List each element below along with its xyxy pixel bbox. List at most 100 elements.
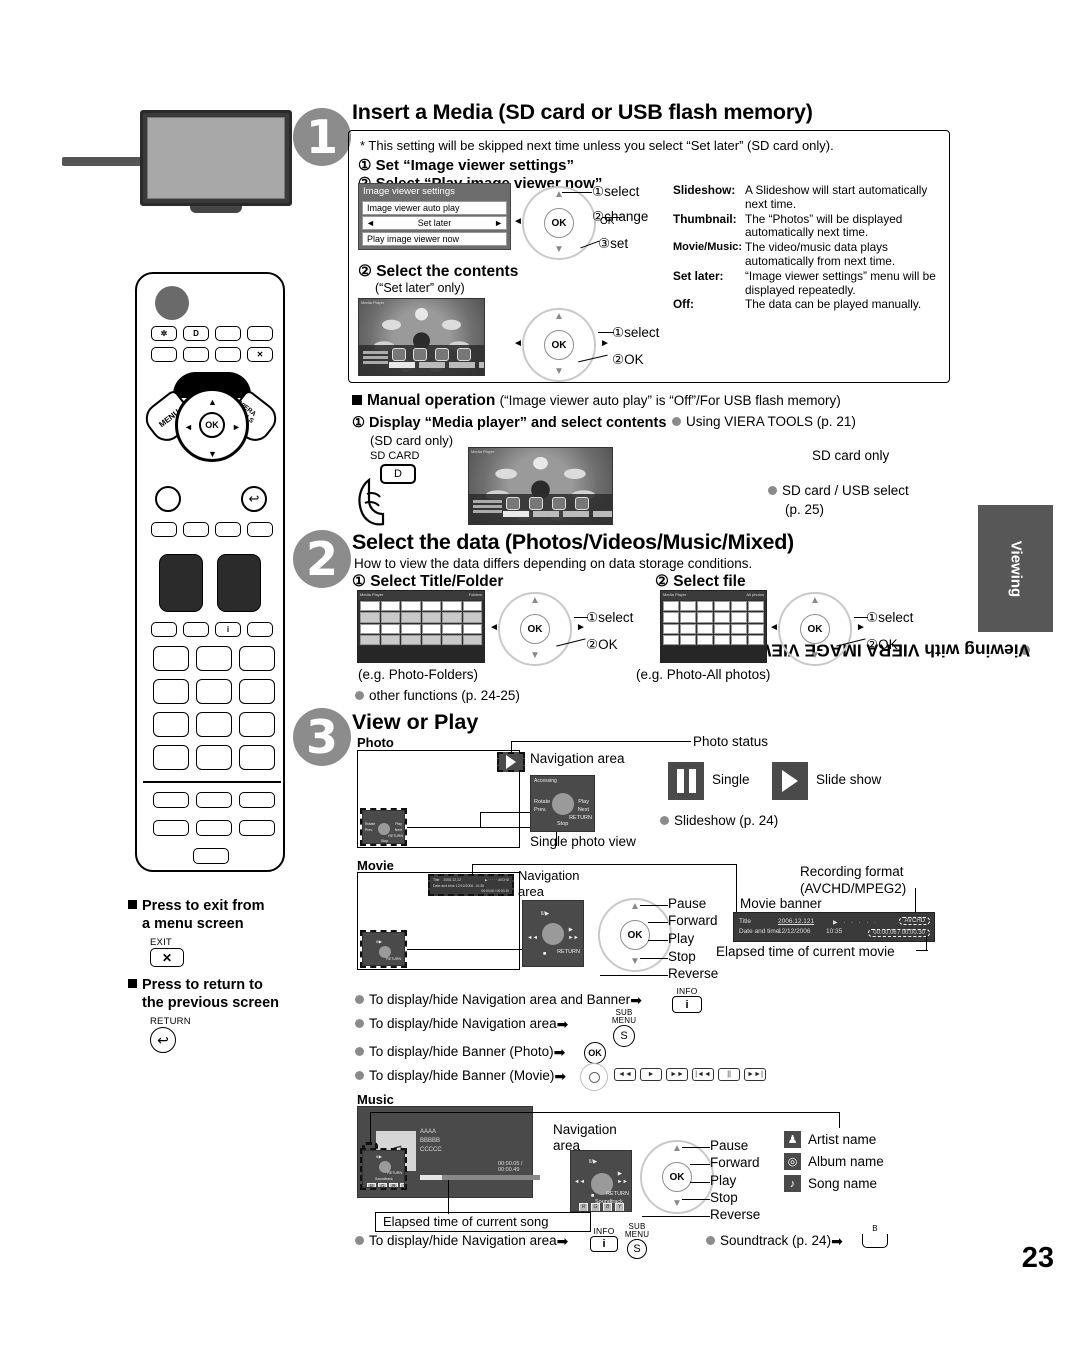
music-nav-panel: ll/▶ ▶ ◄◄ ►► ■ RETURN Soundtrack RGBY	[570, 1150, 632, 1212]
media-player-screenshot-2: Media Player	[468, 447, 613, 525]
dpad-down-icon: ▼	[672, 1198, 682, 1209]
arrow-right-icon: ➡	[630, 992, 642, 1008]
tv-screen	[147, 117, 285, 199]
meta-album-label: Album name	[808, 1154, 884, 1169]
video-icon	[413, 348, 428, 362]
keypad-11	[239, 745, 275, 770]
step-2-title: Select the data (Photos/Videos/Music/Mix…	[352, 530, 794, 554]
keypad-2	[196, 646, 232, 671]
movie-banner-label: Movie banner	[740, 896, 822, 911]
keypad-6	[239, 679, 275, 704]
sub-menu-key-label-2: MENU	[611, 1016, 637, 1025]
lower-button-5	[196, 820, 232, 836]
blank-button-k	[183, 622, 209, 637]
step-1-select-contents-heading: ② Select the contents	[358, 263, 519, 280]
callout-line	[640, 905, 668, 907]
exit-note: Press to exit from a menu screen EXIT ✕	[128, 898, 343, 968]
music-info-key-icon: i	[590, 1236, 618, 1252]
dpad-up-icon: ▲	[554, 311, 564, 322]
screen-footer	[661, 646, 766, 662]
description-key: Off:	[673, 297, 694, 312]
light-button: ✲	[151, 326, 177, 341]
return-label: RETURN	[606, 1191, 629, 1197]
prev-label: Prev.	[534, 807, 547, 813]
description-value: The “Photos” will be displayed automatic…	[745, 211, 903, 240]
callout-line	[648, 922, 668, 924]
dpad-left-icon: ◄	[513, 216, 523, 227]
single-mode-label: Single	[712, 772, 750, 787]
movie-caption-forward: Forward	[668, 913, 718, 928]
soundtrack-key-label: B	[872, 1224, 878, 1233]
dpad-diagram-3: ▲ ▼ ◄ ► OK	[489, 592, 586, 666]
music-caption-reverse: Reverse	[710, 1207, 761, 1222]
keypad-row-3	[153, 712, 275, 737]
media-side-labels	[362, 350, 388, 366]
music-time: 00:00.05 / 00:00.49	[498, 1161, 523, 1173]
description-key: Set later:	[673, 268, 724, 283]
power-button	[155, 286, 189, 320]
slideshow-mode-label: Slide show	[816, 772, 882, 787]
manual-operation-sub: (“Image viewer auto play” is “Off”/For U…	[499, 393, 841, 408]
return-note-heading: Press to return to the previous screen	[128, 977, 343, 1012]
lower-button-3	[239, 792, 275, 808]
dpad-right-icon: ►	[576, 622, 586, 633]
callout-line	[472, 864, 737, 866]
music-caption-forward: Forward	[710, 1155, 760, 1170]
meta-song: ♪ Song name	[784, 1175, 877, 1192]
single-mode-icon	[668, 762, 704, 800]
artist-row: AAAA	[420, 1129, 437, 1135]
step-2-col1-caption: (e.g. Photo-Folders)	[358, 667, 479, 682]
album-row: BBBBB	[420, 1138, 441, 1144]
movie-banner-thumb: Title 2006.12.12 Date and time 12/12/200…	[428, 874, 514, 896]
screen-header: Media Player All photos	[661, 591, 766, 600]
pause-bars-icon	[676, 769, 696, 793]
bullet-dot-icon	[768, 486, 777, 495]
return-key-label: RETURN	[150, 1016, 191, 1028]
blank-button-d	[183, 347, 209, 362]
blank-button-a	[215, 326, 241, 341]
banner-progress-dots: ▶ · · · · ·	[833, 920, 878, 926]
remote-row-1: ✲ D	[151, 326, 273, 341]
dpad-diagram-4: ▲ ▼ ◄ ► OK	[769, 592, 866, 666]
screen-mode-label: Folders	[468, 592, 482, 597]
callout-line	[642, 1216, 710, 1218]
dpad-down-icon: ▼	[554, 244, 564, 255]
sd-card-only-label: SD card only	[812, 448, 890, 463]
blank-button-g	[183, 522, 209, 537]
tab-photo	[389, 362, 415, 369]
dpad-ok-button: OK	[620, 920, 650, 950]
tab-photo	[503, 511, 530, 518]
movie-caption-pause: Pause	[668, 896, 707, 911]
content-type-icons	[391, 348, 480, 362]
big-button-right	[217, 554, 261, 612]
photo-nav-area-label: Navigation area	[530, 751, 625, 766]
movie-caption-reverse: Reverse	[668, 966, 719, 981]
info-key-icon: i	[672, 996, 702, 1013]
screen-title: Media Player	[663, 592, 687, 597]
lower-row-2	[153, 820, 275, 836]
transport-keys: ◄◄ ► ►► |◄◄ || ►►|	[614, 1068, 766, 1081]
dpad-diagram-1: ▲ ▼ ◄ OK OK	[513, 186, 614, 260]
lower-button-2	[196, 792, 232, 808]
dpad-up-icon: ▲	[554, 189, 564, 200]
remote-row-4: i	[151, 622, 273, 637]
step-3-title: View or Play	[352, 710, 479, 734]
step-2-subtitle: How to view the data differs depending o…	[354, 556, 753, 571]
dpad-caption-select-3: ①select	[586, 610, 634, 625]
remote-divider	[143, 781, 281, 783]
bullet-dot-icon	[355, 1047, 364, 1056]
banner-date-value: 12/12/2006	[778, 928, 811, 935]
next-label: Next	[394, 828, 402, 832]
tab-music	[563, 511, 590, 518]
step-1-note: * This setting will be skipped next time…	[360, 138, 834, 153]
dpad-up-icon: ▲	[530, 595, 540, 606]
lower-row-1	[153, 792, 275, 808]
dpad-left-icon: ◄	[513, 338, 523, 349]
lower-button-7	[193, 848, 229, 864]
callout-line	[640, 958, 668, 960]
rewind-key-icon: ◄◄	[614, 1068, 636, 1081]
meta-album: ◎ Album name	[784, 1153, 884, 1170]
sidebar-tab-label: Viewing	[1007, 540, 1024, 597]
skip-forward-key-icon: ►►|	[744, 1068, 766, 1081]
step-2-col2-heading: ② Select file	[655, 573, 746, 590]
